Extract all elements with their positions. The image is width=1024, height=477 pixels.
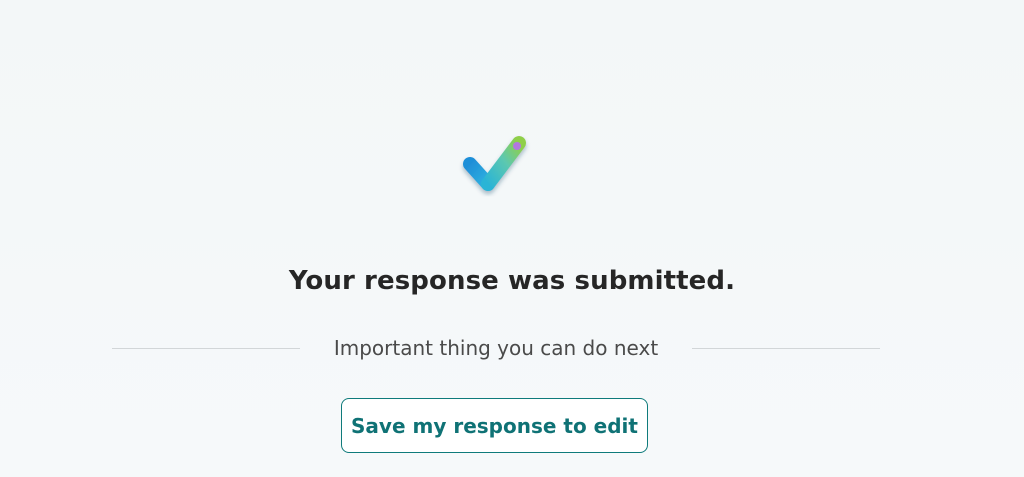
divider-label: Important thing you can do next xyxy=(333,336,659,360)
divider-line-left xyxy=(112,347,300,349)
save-response-button[interactable]: Save my response to edit xyxy=(341,398,648,453)
divider-line-right xyxy=(692,347,881,349)
checkmark-icon xyxy=(458,130,534,202)
next-steps-divider: Important thing you can do next xyxy=(112,336,881,360)
confirmation-title: Your response was submitted. xyxy=(288,266,736,296)
submission-confirmation-page: Your response was submitted. Important t… xyxy=(0,0,1024,477)
